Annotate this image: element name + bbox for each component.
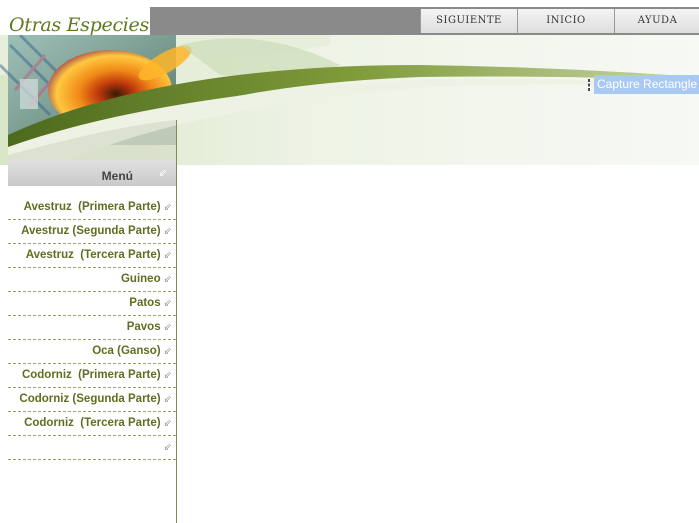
- site-title: Otras Especies: [9, 14, 149, 36]
- sidebar-menu: Avestruz (Primera Parte) ⇙ Avestruz (Segun…: [8, 196, 176, 460]
- arrow-down-left-icon: ⇙: [163, 418, 172, 429]
- arrow-down-left-icon: ⇙: [163, 346, 172, 357]
- menu-item[interactable]: Patos ⇙: [8, 292, 176, 316]
- menu-item[interactable]: Avestruz (Tercera Parte) ⇙: [8, 244, 176, 268]
- top-bar: Otras Especies SIGUIENTE INICIO AYUDA: [0, 0, 699, 36]
- nav-button-siguiente[interactable]: SIGUIENTE: [420, 9, 517, 33]
- menu-item-label: Codorniz (Tercera Parte): [24, 417, 161, 429]
- nav-button-inicio[interactable]: INICIO: [517, 9, 614, 33]
- menu-item-label: Patos: [129, 297, 161, 309]
- arrow-down-left-icon: ⇙: [163, 250, 172, 261]
- menu-item-label: Avestruz (Tercera Parte): [25, 249, 161, 261]
- menu-item-label: Pavos: [126, 321, 161, 333]
- arrow-down-left-icon: ⇙: [158, 168, 167, 179]
- menu-header: Menú ⇙: [8, 160, 176, 186]
- menu-item-label: Codorniz (Primera Parte): [21, 369, 161, 381]
- menu-title: Menú: [101, 169, 133, 183]
- menu-item-label: Guineo: [120, 273, 161, 285]
- arrow-down-left-icon: ⇙: [163, 226, 172, 237]
- menu-item[interactable]: Codorniz (Tercera Parte) ⇙: [8, 412, 176, 436]
- menu-item-label: Codorniz (Segunda Parte): [19, 393, 161, 405]
- arrow-down-left-icon: ⇙: [163, 202, 172, 213]
- selection-rectangle-icon: [588, 78, 590, 91]
- sidebar-divider: [176, 120, 177, 523]
- arrow-down-left-icon: ⇙: [163, 370, 172, 381]
- arrow-down-left-icon: ⇙: [163, 298, 172, 309]
- menu-item-label: Oca (Ganso): [92, 345, 161, 357]
- menu-item[interactable]: Avestruz (Segunda Parte) ⇙: [8, 220, 176, 244]
- arrow-down-left-icon: ⇙: [163, 442, 172, 453]
- menu-item[interactable]: Pavos ⇙: [8, 316, 176, 340]
- arrow-down-left-icon: ⇙: [163, 394, 172, 405]
- arrow-down-left-icon: ⇙: [163, 274, 172, 285]
- capture-rectangle-button[interactable]: Capture Rectangle: [585, 75, 699, 94]
- arrow-down-left-icon: ⇙: [163, 322, 172, 333]
- menu-item[interactable]: Oca (Ganso) ⇙: [8, 340, 176, 364]
- capture-rectangle-label: Capture Rectangle: [594, 75, 699, 94]
- banner-artwork: [0, 35, 699, 165]
- menu-item[interactable]: ⇙: [8, 436, 176, 460]
- menu-item[interactable]: Guineo ⇙: [8, 268, 176, 292]
- menu-item[interactable]: Codorniz (Primera Parte) ⇙: [8, 364, 176, 388]
- header-banner: [0, 35, 699, 165]
- logo-area: Otras Especies: [0, 6, 150, 36]
- menu-item-label: Avestruz (Segunda Parte): [21, 225, 161, 237]
- menu-item[interactable]: Codorniz (Segunda Parte) ⇙: [8, 388, 176, 412]
- menu-item[interactable]: Avestruz (Primera Parte) ⇙: [8, 196, 176, 220]
- nav-button-ayuda[interactable]: AYUDA: [614, 9, 699, 33]
- menu-item-label: Avestruz (Primera Parte): [23, 201, 161, 213]
